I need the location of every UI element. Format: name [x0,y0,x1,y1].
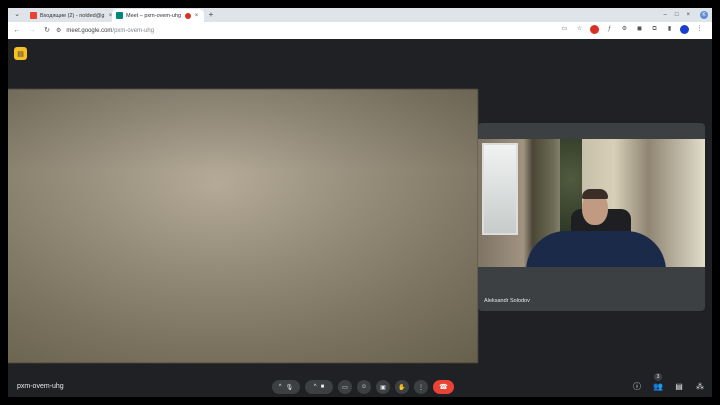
participant-video [478,139,705,267]
meeting-code: pxm-ovem-uhg [17,383,64,390]
extension-icons: ▭ ☆ ƒ ⚙ ◼ ⧉ ▮ ⋮ [560,25,704,34]
close-window-button[interactable]: × [686,10,690,20]
emoji-icon[interactable]: ☺ [357,380,371,394]
participants-count: 3 [654,373,662,381]
people-icon[interactable]: 3 👥 [652,373,664,394]
bookmark-star-icon[interactable]: ☆ [575,25,584,34]
mic-icon[interactable]: 🎙 [286,384,294,391]
meet-icon [116,12,123,19]
chevron-up-icon[interactable]: ^ [314,384,317,390]
extension-red-icon[interactable] [590,25,599,34]
chat-icon[interactable]: ▤ [673,380,685,394]
participant-tile[interactable]: Aleksandr Solodov [478,123,705,311]
present-screen-icon[interactable]: ▣ [376,380,390,394]
more-options-icon[interactable]: ⋮ [414,380,428,394]
browser-window: ⌄ Входящие (2) - nolded@g × Meet – pxm-o… [8,8,712,397]
main-video-tile[interactable] [8,89,478,363]
gmail-icon [30,12,37,19]
window-controls: – □ × [664,10,690,20]
address-bar[interactable]: ⚙ meet.google.com/pxm-ovem-uhg [56,24,476,37]
camera-control[interactable]: ^ ■ [305,380,333,394]
tab-title: Meet – pxm-ovem-uhg [126,12,182,19]
mic-control[interactable]: ^ 🎙 [272,380,300,394]
camera-in-use-icon[interactable]: ▭ [560,25,569,34]
extension-shield-icon[interactable]: ◼ [635,25,644,34]
chevron-up-icon[interactable]: ^ [279,384,282,390]
tab-meet[interactable]: Meet – pxm-ovem-uhg × [112,9,204,22]
activities-icon[interactable]: ⁂ [694,380,706,394]
video-person-hair [582,189,608,199]
extensions-puzzle-icon[interactable]: ⧉ [650,25,659,34]
tab-title: Входящие (2) - nolded@g [40,12,105,19]
new-tab-button[interactable]: + [206,10,216,20]
video-window-bg [482,143,518,235]
video-person-body [526,231,666,267]
meeting-info-icon[interactable]: ⓘ [631,380,643,394]
side-panel-icon[interactable]: ▮ [665,25,674,34]
recording-indicator-icon [185,12,191,19]
tab-close-icon[interactable]: × [193,13,200,19]
forward-icon[interactable]: → [26,25,38,37]
profile-avatar-small[interactable]: K [700,11,708,19]
maximize-button[interactable]: □ [675,10,679,20]
captions-icon[interactable]: ▭ [338,380,352,394]
end-call-icon[interactable]: ☎ [433,380,454,394]
extension-f-icon[interactable]: ƒ [605,25,614,34]
tab-gmail[interactable]: Входящие (2) - nolded@g × [26,9,118,22]
extension-gear-icon[interactable]: ⚙ [620,25,629,34]
browser-toolbar: ← → ↻ ⚙ meet.google.com/pxm-ovem-uhg ▭ ☆… [8,22,712,39]
camera-icon[interactable]: ■ [321,384,325,390]
call-controls: ^ 🎙 ^ ■ ▭ ☺ ▣ ✋ ⋮ ☎ [272,380,454,394]
meet-activity-badge-icon[interactable]: ▤ [14,47,27,60]
tab-search-icon[interactable]: ⌄ [12,10,22,20]
minimize-button[interactable]: – [664,10,667,20]
participant-name: Aleksandr Solodov [484,298,530,304]
tab-strip: ⌄ Входящие (2) - nolded@g × Meet – pxm-o… [8,8,712,22]
reload-icon[interactable]: ↻ [41,25,53,37]
url-path: /pxm-ovem-uhg [112,27,155,34]
raise-hand-icon[interactable]: ✋ [395,380,409,394]
url-host: meet.google.com [66,27,113,34]
menu-kebab-icon[interactable]: ⋮ [695,25,704,34]
site-info-icon[interactable]: ⚙ [56,27,61,34]
meet-stage: ▤ Aleksandr Solodov pxm-ovem-uhg ^ 🎙 ^ ■ [8,39,712,397]
meet-side-controls: ⓘ 3 👥 ▤ ⁂ [631,373,706,394]
back-icon[interactable]: ← [11,25,23,37]
profile-avatar[interactable] [680,25,689,34]
